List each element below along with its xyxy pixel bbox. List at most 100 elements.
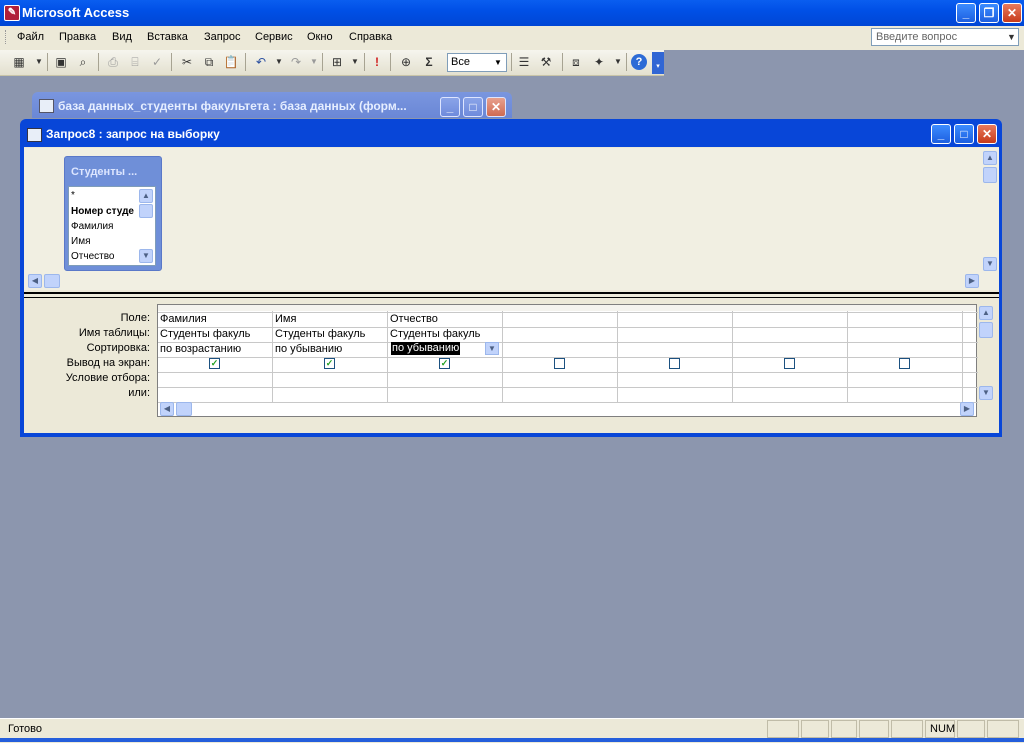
copy-icon[interactable]: ⧉ xyxy=(200,54,218,70)
print-preview-icon[interactable]: ⌸ xyxy=(126,54,144,70)
show-checkbox[interactable] xyxy=(554,358,565,369)
menu-edit[interactable]: Правка xyxy=(59,31,96,43)
status-text: Готово xyxy=(8,723,42,735)
redo-dropdown-icon[interactable]: ▼ xyxy=(305,54,323,70)
row-label-table: Имя таблицы: xyxy=(78,327,150,339)
field-item[interactable]: Фамилия xyxy=(71,221,113,232)
show-checkbox[interactable] xyxy=(669,358,680,369)
query-type-dropdown-icon[interactable]: ▼ xyxy=(346,54,364,70)
scroll-right-icon[interactable]: ▶ xyxy=(960,402,974,416)
scroll-left-icon[interactable]: ◀ xyxy=(28,274,42,288)
view-dropdown-icon[interactable]: ▼ xyxy=(30,54,48,70)
status-panel xyxy=(859,720,889,738)
maximize-icon[interactable]: □ xyxy=(463,97,483,117)
menu-tools[interactable]: Сервис xyxy=(255,31,293,43)
maximize-icon[interactable]: □ xyxy=(954,124,974,144)
scroll-thumb[interactable] xyxy=(139,204,153,218)
database-window-icon[interactable]: ⧈ xyxy=(567,54,585,70)
new-object-dropdown-icon[interactable]: ▼ xyxy=(609,54,627,70)
toolbar-separator xyxy=(511,53,512,71)
field-cell[interactable]: Отчество xyxy=(390,313,500,325)
scroll-up-icon[interactable]: ▲ xyxy=(139,189,153,203)
build-icon[interactable]: ⚒ xyxy=(537,54,555,70)
scroll-up-icon[interactable]: ▲ xyxy=(979,306,993,320)
save-icon[interactable]: ▣ xyxy=(52,54,70,70)
menu-query[interactable]: Запрос xyxy=(204,31,240,43)
database-icon xyxy=(39,99,54,113)
chevron-down-icon[interactable]: ▼ xyxy=(485,342,499,355)
query-window-title: Запрос8 : запрос на выборку xyxy=(46,127,220,141)
cut-icon[interactable]: ✂ xyxy=(178,54,196,70)
table-cell[interactable]: Студенты факуль xyxy=(275,328,385,340)
show-checkbox[interactable] xyxy=(899,358,910,369)
show-checkbox[interactable]: ✓ xyxy=(209,358,220,369)
menu-window[interactable]: Окно xyxy=(307,31,333,43)
chevron-down-icon[interactable]: ▼ xyxy=(1007,32,1016,42)
search-file-icon[interactable]: ⌕ xyxy=(74,54,92,70)
close-icon[interactable]: ✕ xyxy=(977,124,997,144)
scroll-up-icon[interactable]: ▲ xyxy=(983,151,997,165)
table-cell[interactable]: Студенты факуль xyxy=(160,328,270,340)
menu-grip-icon xyxy=(5,30,9,44)
field-item[interactable]: Отчество xyxy=(71,251,114,262)
status-panel xyxy=(831,720,857,738)
menu-insert[interactable]: Вставка xyxy=(147,31,188,43)
field-item[interactable]: * xyxy=(71,190,75,201)
undo-icon[interactable]: ↶ xyxy=(252,54,270,70)
minimize-icon[interactable]: _ xyxy=(956,3,976,23)
view-icon[interactable]: ▦ xyxy=(10,54,28,70)
minimize-icon[interactable]: _ xyxy=(931,124,951,144)
toolbar-options-icon[interactable]: ▾ xyxy=(652,52,664,74)
ask-question-input[interactable]: Введите вопрос xyxy=(871,28,1019,46)
scroll-thumb[interactable] xyxy=(983,167,997,183)
menu-help[interactable]: Справка xyxy=(349,31,392,43)
scroll-down-icon[interactable]: ▼ xyxy=(139,249,153,263)
status-panel xyxy=(767,720,799,738)
sort-cell[interactable]: по убыванию xyxy=(275,343,385,355)
properties-icon[interactable]: ☰ xyxy=(515,54,533,70)
query-type-icon[interactable]: ⊞ xyxy=(328,54,346,70)
scroll-left-icon[interactable]: ◀ xyxy=(160,402,174,416)
field-item[interactable]: Имя xyxy=(71,236,90,247)
restore-icon[interactable]: ❐ xyxy=(979,3,999,23)
toolbar-separator xyxy=(47,53,48,71)
print-icon[interactable]: ⎙ xyxy=(104,54,122,70)
spelling-icon[interactable]: ✓ xyxy=(148,54,166,70)
paste-icon[interactable]: 📋 xyxy=(222,54,240,70)
menu-file[interactable]: Файл xyxy=(17,31,44,43)
show-checkbox[interactable]: ✓ xyxy=(439,358,450,369)
scroll-thumb[interactable] xyxy=(176,402,192,416)
scroll-thumb[interactable] xyxy=(44,274,60,288)
toolbar-separator xyxy=(390,53,391,71)
scroll-right-icon[interactable]: ▶ xyxy=(965,274,979,288)
column-selector-bar[interactable] xyxy=(158,305,976,311)
scroll-down-icon[interactable]: ▼ xyxy=(983,257,997,271)
close-icon[interactable]: ✕ xyxy=(1002,3,1022,23)
show-table-icon[interactable]: ⊕ xyxy=(397,54,415,70)
close-icon[interactable]: ✕ xyxy=(486,97,506,117)
undo-dropdown-icon[interactable]: ▼ xyxy=(270,54,288,70)
scroll-down-icon[interactable]: ▼ xyxy=(979,386,993,400)
totals-icon[interactable]: Σ xyxy=(420,54,438,70)
app-title-bar[interactable] xyxy=(0,0,1024,26)
field-cell[interactable]: Имя xyxy=(275,313,385,325)
run-icon[interactable]: ! xyxy=(368,54,386,70)
chevron-down-icon[interactable]: ▼ xyxy=(494,58,502,67)
field-cell[interactable]: Фамилия xyxy=(160,313,270,325)
scroll-thumb[interactable] xyxy=(979,322,993,338)
menu-view[interactable]: Вид xyxy=(112,31,132,43)
new-object-icon[interactable]: ✦ xyxy=(590,54,608,70)
field-list-title: Студенты ... xyxy=(71,166,138,178)
toolbar-separator xyxy=(364,53,365,71)
minimize-icon[interactable]: _ xyxy=(440,97,460,117)
redo-icon[interactable]: ↷ xyxy=(287,54,305,70)
show-checkbox[interactable] xyxy=(784,358,795,369)
table-cell[interactable]: Студенты факуль xyxy=(390,328,500,340)
help-icon[interactable]: ? xyxy=(631,54,647,70)
sort-cell[interactable]: по возрастанию xyxy=(160,343,270,355)
field-item[interactable]: Номер студе xyxy=(71,206,134,217)
num-lock-indicator: NUM xyxy=(925,720,955,738)
pane-splitter[interactable] xyxy=(24,292,999,298)
sort-select[interactable]: по убыванию xyxy=(391,342,461,355)
show-checkbox[interactable]: ✓ xyxy=(324,358,335,369)
